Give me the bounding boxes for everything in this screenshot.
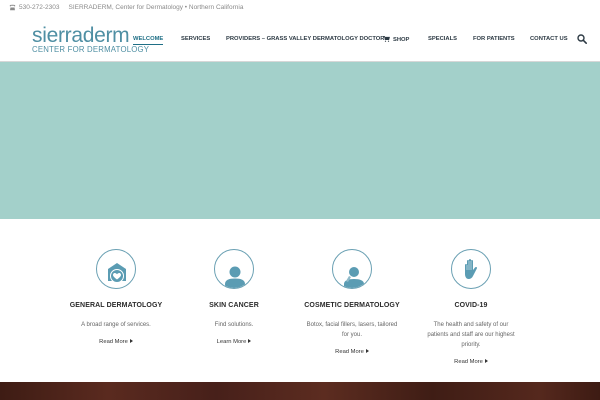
feature-cosmetic-dermatology: COSMETIC DERMATOLOGY Botox, facial fille… xyxy=(292,249,412,358)
logo-subtitle: CENTER FOR DERMATOLOGY xyxy=(32,45,150,54)
nav-for-patients[interactable]: FOR PATIENTS xyxy=(473,36,515,42)
feature-covid-19: COVID-19 The health and safety of our pa… xyxy=(411,249,531,368)
person-icon xyxy=(225,266,245,288)
arrow-right-icon xyxy=(248,339,252,343)
feature-icon-circle[interactable] xyxy=(451,249,491,289)
nav-contact-us[interactable]: CONTACT US xyxy=(530,36,568,42)
read-more-label: Read More xyxy=(335,349,364,355)
feature-description: Find solutions. xyxy=(214,322,254,328)
hero-banner xyxy=(0,62,600,219)
face-treatment-icon xyxy=(344,267,364,288)
learn-more-link[interactable]: Learn More xyxy=(217,339,252,345)
feature-title: SKIN CANCER xyxy=(209,302,259,309)
feature-icon-circle[interactable] xyxy=(96,249,136,289)
feature-description: A broad range of services. xyxy=(81,322,151,328)
nav-specials[interactable]: SPECIALS xyxy=(428,36,457,42)
arrow-right-icon xyxy=(365,349,369,353)
nav-welcome[interactable]: WELCOME xyxy=(133,36,164,45)
nav-shop[interactable]: SHOP xyxy=(383,36,409,43)
feature-icon-circle[interactable] xyxy=(214,249,254,289)
read-more-link[interactable]: Read More xyxy=(99,339,133,345)
feature-icon-circle[interactable] xyxy=(332,249,372,289)
footer-band xyxy=(0,382,600,400)
hand-stop-icon xyxy=(465,258,478,279)
nav-shop-label: SHOP xyxy=(393,37,410,43)
phone-icon xyxy=(9,4,16,10)
read-more-link[interactable]: Read More xyxy=(335,349,369,355)
services-section: GENERAL DERMATOLOGY A broad range of ser… xyxy=(0,219,600,382)
feature-title: COSMETIC DERMATOLOGY xyxy=(304,302,400,309)
learn-more-label: Learn More xyxy=(216,339,247,345)
feature-title: COVID-19 xyxy=(454,302,488,309)
site-logo[interactable]: sierraderm CENTER FOR DERMATOLOGY xyxy=(32,24,150,54)
search-icon[interactable] xyxy=(577,34,587,44)
read-more-link[interactable]: Read More xyxy=(454,359,488,365)
arrow-right-icon xyxy=(129,339,133,343)
top-bar: 530-272-2303 SIERRADERM, Center for Derm… xyxy=(0,0,600,14)
feature-skin-cancer: SKIN CANCER Find solutions. Learn More xyxy=(174,249,294,348)
tagline: SIERRADERM, Center for Dermatology • Nor… xyxy=(68,3,244,11)
nav-providers[interactable]: PROVIDERS – GRASS VALLEY DERMATOLOGY DOC… xyxy=(226,36,384,42)
read-more-label: Read More xyxy=(454,359,483,365)
feature-title: GENERAL DERMATOLOGY xyxy=(69,302,163,309)
feature-description: Botox, facial fillers, lasers, tailored … xyxy=(306,322,398,338)
arrow-right-icon xyxy=(484,359,488,363)
logo-name: sierraderm xyxy=(32,24,130,47)
nav-services[interactable]: SERVICES xyxy=(181,36,210,42)
read-more-label: Read More xyxy=(99,339,128,345)
phone-number[interactable]: 530-272-2303 xyxy=(19,4,59,11)
heart-icon xyxy=(108,263,126,283)
cart-icon xyxy=(383,36,390,42)
feature-general-dermatology: GENERAL DERMATOLOGY A broad range of ser… xyxy=(56,249,176,348)
site-header: sierraderm CENTER FOR DERMATOLOGY WELCOM… xyxy=(0,14,600,62)
feature-description: The health and safety of our patients an… xyxy=(427,322,515,348)
